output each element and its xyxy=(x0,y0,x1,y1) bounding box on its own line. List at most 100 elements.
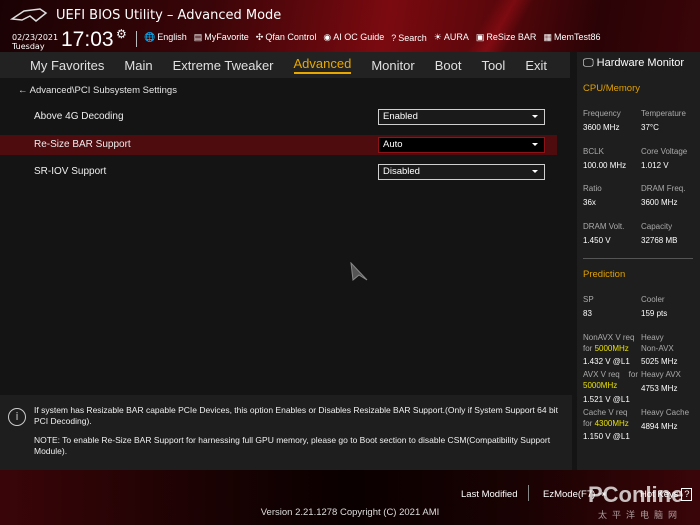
nonavx-freq: 5000MHz xyxy=(594,344,629,353)
chevron-down-icon xyxy=(532,115,538,118)
heavy-nonavx-label: Heavy xyxy=(641,333,664,342)
select-value: Enabled xyxy=(383,111,418,122)
tool-label: Search xyxy=(398,32,427,43)
setting-row-sr-iov[interactable]: SR-IOV Support Disabled xyxy=(0,162,557,182)
app-title: UEFI BIOS Utility – Advanced Mode xyxy=(56,8,282,23)
tab-monitor[interactable]: Monitor xyxy=(371,58,414,73)
tab-tool[interactable]: Tool xyxy=(481,58,505,73)
cpu-stat-value: 36x xyxy=(583,198,596,207)
select-value: Disabled xyxy=(383,166,420,177)
cache-value: 1.150 V @L1 xyxy=(583,432,630,441)
globe-icon: 🌐 xyxy=(144,32,156,42)
date-display[interactable]: 02/23/2021 Tuesday xyxy=(12,33,58,51)
last-modified-button[interactable]: Last Modified xyxy=(461,489,518,500)
cpu-stat-label: Core Voltage xyxy=(641,146,688,156)
cpu-stat-label: BCLK xyxy=(583,146,604,156)
tab-main[interactable]: Main xyxy=(124,58,152,73)
heavy-avx-value: 4753 MHz xyxy=(641,384,678,393)
tab-extreme-tweaker[interactable]: Extreme Tweaker xyxy=(173,58,274,73)
chevron-down-icon xyxy=(532,143,538,146)
resize-bar-select[interactable]: Auto xyxy=(378,137,545,153)
tool-search[interactable]: ? Search xyxy=(391,33,427,43)
hw-title-text: Hardware Monitor xyxy=(596,57,685,69)
sr-iov-select[interactable]: Disabled xyxy=(378,164,545,180)
cpu-stat-value: 1.012 V xyxy=(641,160,669,170)
gear-icon[interactable]: ⚙ xyxy=(116,27,127,41)
resize-bar-icon: ▣ xyxy=(475,32,485,42)
cpu-stat-value: 37°C xyxy=(641,123,659,132)
tab-my-favorites[interactable]: My Favorites xyxy=(30,58,104,73)
cpu-stat-value: 100.00 MHz xyxy=(583,160,627,170)
tool-aura[interactable]: ☀ AURA xyxy=(434,32,469,43)
fan-icon: ✣ xyxy=(255,32,264,42)
cpu-stat-value: 3600 MHz xyxy=(583,123,620,132)
nonavx-for: for xyxy=(583,344,595,353)
select-value: Auto xyxy=(383,139,403,150)
tool-resize-bar[interactable]: ▣ ReSize BAR xyxy=(476,32,537,43)
above-4g-select[interactable]: Enabled xyxy=(378,109,545,125)
heavy-nonavx-value: 5025 MHz xyxy=(641,357,678,366)
sp-label: SP xyxy=(583,295,594,304)
sp-value: 83 xyxy=(583,309,592,318)
heavy-cache-label: Heavy Cache xyxy=(641,408,690,417)
tool-label: AURA xyxy=(443,32,469,42)
nonavx-label: NonAVX V req xyxy=(583,333,635,342)
cpu-stat-label: DRAM Freq. xyxy=(641,184,686,193)
divider xyxy=(136,31,137,47)
tool-label: MyFavorite xyxy=(204,32,249,42)
avx-value: 1.521 V @L1 xyxy=(583,395,630,404)
setting-row-above-4g[interactable]: Above 4G Decoding Enabled xyxy=(0,107,557,127)
tool-english[interactable]: 🌐 English xyxy=(144,32,187,43)
heavy-cache-value: 4894 MHz xyxy=(641,422,678,431)
tool-memtest86[interactable]: ▦ MemTest86 xyxy=(543,32,600,43)
tool-label: English xyxy=(157,32,187,42)
monitor-icon: 🖵 xyxy=(583,57,594,69)
setting-row-resize-bar[interactable]: Re-Size BAR Support Auto xyxy=(0,135,557,155)
setting-label: SR-IOV Support xyxy=(34,166,107,177)
ai-oc-icon: ◉ xyxy=(323,32,332,42)
chevron-down-icon xyxy=(532,170,538,173)
tab-advanced[interactable]: Advanced xyxy=(293,56,352,74)
cpu-stat-label: Frequency xyxy=(583,109,621,118)
hardware-monitor-title: 🖵 Hardware Monitor xyxy=(583,57,684,70)
cache-freq: 4300MHz xyxy=(594,419,629,428)
favorite-icon: ▤ xyxy=(193,32,203,42)
breadcrumb-text: Advanced\PCI Subsystem Settings xyxy=(29,85,177,96)
cpu-stat-value: 3600 MHz xyxy=(641,198,678,207)
version-text: Version 2.21.1278 Copyright (C) 2021 AMI xyxy=(260,507,440,518)
tool-ai-oc-guide[interactable]: ◉ AI OC Guide xyxy=(323,32,384,43)
tool-myfavorite[interactable]: ▤ MyFavorite xyxy=(194,32,249,43)
main-tabs: My Favorites Main Extreme Tweaker Advanced M… xyxy=(0,52,570,78)
cpu-stat-value: 1.450 V xyxy=(583,235,611,245)
help-line-1: If system has Resizable BAR capable PCIe… xyxy=(34,405,558,426)
rog-logo-icon xyxy=(10,8,48,22)
cache-for: for xyxy=(583,419,595,428)
tab-boot[interactable]: Boot xyxy=(435,58,462,73)
cooler-label: Cooler xyxy=(641,295,665,304)
cpu-stat-label: Ratio xyxy=(583,184,602,193)
cpu-stat-label: DRAM Volt. xyxy=(583,221,625,231)
watermark: PConline xyxy=(588,482,684,507)
nonavx-value: 1.432 V @L1 xyxy=(583,357,630,366)
aura-icon: ☀ xyxy=(433,32,442,42)
time-display[interactable]: 17:03 xyxy=(61,28,114,52)
help-line-2: NOTE: To enable Re-Size BAR Support for … xyxy=(34,435,551,456)
avx-freq: 5000MHz xyxy=(583,381,618,390)
tool-qfan-control[interactable]: ✣ Qfan Control xyxy=(256,32,317,43)
date: 02/23/2021 xyxy=(12,33,59,42)
tool-label: Qfan Control xyxy=(265,32,317,42)
info-icon: i xyxy=(8,408,26,426)
avx-label: AVX V req for xyxy=(583,370,638,379)
setting-label: Above 4G Decoding xyxy=(34,111,124,122)
cpu-memory-heading: CPU/Memory xyxy=(583,83,641,94)
cache-label: Cache V req xyxy=(583,408,628,417)
cooler-value: 159 pts xyxy=(641,309,668,318)
day: Tuesday xyxy=(12,42,45,51)
tab-exit[interactable]: Exit xyxy=(525,58,547,73)
divider xyxy=(583,258,693,259)
cpu-stat-value: 32768 MB xyxy=(641,235,678,245)
search-icon: ? xyxy=(391,32,397,43)
breadcrumb[interactable]: ← Advanced\PCI Subsystem Settings xyxy=(18,85,177,96)
tool-label: AI OC Guide xyxy=(333,32,385,42)
toolbar: 🌐 English ▤ MyFavorite ✣ Qfan Control ◉ AI OC G… xyxy=(144,32,600,43)
